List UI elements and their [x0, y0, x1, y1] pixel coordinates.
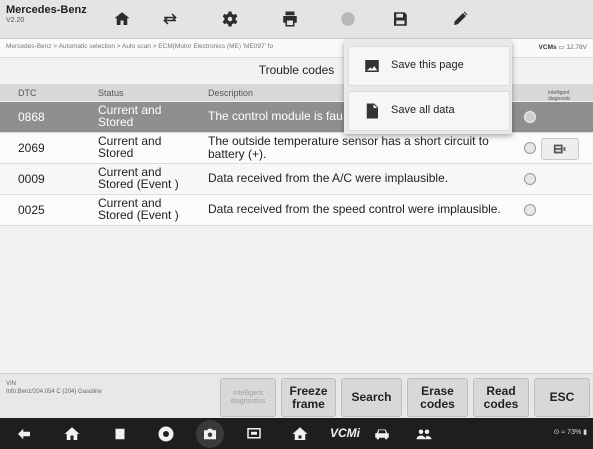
back-icon — [18, 428, 30, 440]
battery-icon: ▭ — [558, 44, 565, 51]
edit-icon — [454, 11, 468, 25]
status-indicator — [524, 173, 536, 185]
settings-button[interactable] — [208, 4, 252, 34]
vehicle-button[interactable] — [372, 424, 392, 444]
vehicle-swap-button[interactable] — [148, 4, 192, 34]
home-icon — [292, 427, 308, 440]
dtc-description: Data received from the speed control wer… — [208, 202, 501, 216]
header-status: Status — [98, 88, 124, 98]
header-description: Description — [208, 88, 254, 98]
car-icon — [375, 429, 389, 440]
save-this-page-label: Save this page — [391, 59, 464, 71]
browser-icon — [158, 426, 174, 442]
home-button[interactable] — [100, 4, 144, 34]
android-nav-bar: VCMi ⊙ ≈ 73% ▮ — [0, 418, 593, 449]
save-button[interactable] — [378, 4, 422, 34]
pdf-icon — [363, 102, 381, 120]
users-button[interactable] — [414, 424, 434, 444]
save-all-data-item[interactable]: Save all data — [348, 91, 510, 131]
dtc-code: 2069 — [18, 141, 45, 155]
freeze-frame-button[interactable]: Freeze frame — [281, 378, 336, 417]
dtc-status: Current and Stored — [98, 103, 162, 129]
header-dtc: DTC — [18, 88, 37, 98]
print-button[interactable] — [268, 4, 312, 34]
settings-icon — [222, 11, 238, 27]
vcm-label: VCMs — [538, 44, 557, 51]
table-row[interactable]: 2069 Current and Stored The outside temp… — [0, 133, 593, 164]
home-nav-button[interactable] — [62, 424, 82, 444]
dtc-code: 0009 — [18, 172, 45, 186]
vehicle-swap-icon — [163, 13, 177, 25]
status-indicator — [524, 111, 536, 123]
recent-apps-icon — [115, 428, 125, 440]
esc-button[interactable]: ESC — [534, 378, 590, 417]
screenshot-button[interactable] — [196, 420, 224, 448]
read-codes-button[interactable]: Read codes — [473, 378, 529, 417]
users-icon — [416, 429, 432, 440]
help-icon — [341, 12, 355, 26]
dtc-description: The outside temperature sensor has a sho… — [208, 134, 489, 161]
top-toolbar: Mercedes-Benz V2.20 — [0, 0, 593, 39]
dtc-code: 0868 — [18, 110, 45, 124]
header-intelligent: Intelligent diagnostic — [548, 90, 571, 102]
dtc-code: 0025 — [18, 203, 45, 217]
freeze-frame-icon — [553, 144, 567, 154]
breadcrumb-path: Mercedes-Benz > Automatic selection > Au… — [6, 43, 274, 50]
save-menu-popup: Save this page Save all data — [344, 40, 512, 134]
vin-label: VIN — [6, 381, 17, 387]
save-all-data-label: Save all data — [391, 104, 455, 116]
vehicle-info: VIN Info:Benz/204.054 C (204) Gasoline — [6, 380, 102, 396]
battery-percent: 73% — [567, 429, 582, 436]
print-icon — [283, 11, 297, 27]
vcm-button[interactable]: VCMi — [330, 426, 360, 440]
vehicle-info-text: Info:Benz/204.054 C (204) Gasoline — [6, 389, 102, 395]
table-row[interactable]: 0009 Current and Stored (Event ) Data re… — [0, 164, 593, 195]
display-button[interactable] — [244, 424, 264, 444]
status-indicator — [524, 204, 536, 216]
dtc-status: Current and Stored (Event ) — [98, 165, 179, 191]
app-screen: Mercedes-Benz V2.20 Mercedes-Benz > Auto… — [0, 0, 593, 449]
battery-icon: ▮ — [583, 429, 587, 436]
camera-icon — [204, 428, 216, 440]
display-icon — [247, 428, 261, 439]
home-icon — [64, 427, 80, 440]
table-row[interactable]: 0025 Current and Stored (Event ) Data re… — [0, 195, 593, 226]
system-status: ⊙ ≈ 73% ▮ — [554, 428, 587, 436]
dtc-description: Data received from the A/C were implausi… — [208, 171, 449, 185]
wifi-icon: ⊙ ≈ — [553, 429, 566, 436]
status-indicator — [524, 142, 536, 154]
brand-block: Mercedes-Benz V2.20 — [6, 4, 90, 24]
save-icon — [394, 12, 407, 26]
save-this-page-item[interactable]: Save this page — [348, 46, 510, 86]
erase-codes-button[interactable]: Erase codes — [407, 378, 468, 417]
intelligent-diagnostics-button[interactable]: Intelligent diagnostics — [220, 378, 276, 417]
dtc-status: Current and Stored (Event ) — [98, 196, 179, 222]
voltage-value: 12.78V — [566, 44, 587, 51]
back-button[interactable] — [14, 424, 34, 444]
app-title: Mercedes-Benz — [6, 4, 87, 16]
app-version: V2.20 — [6, 17, 25, 24]
image-icon — [363, 57, 381, 75]
home-icon — [114, 12, 130, 25]
voltage-indicator: VCMs ▭ 12.78V — [539, 43, 587, 51]
search-button[interactable]: Search — [341, 378, 402, 417]
table-empty-area — [0, 253, 593, 373]
edit-button[interactable] — [438, 4, 482, 34]
dtc-status: Current and Stored — [98, 134, 162, 160]
recent-apps-button[interactable] — [110, 424, 130, 444]
freeze-frame-row-button[interactable] — [541, 138, 579, 160]
chrome-button[interactable] — [156, 424, 176, 444]
home-app-button[interactable] — [290, 424, 310, 444]
action-bar: VIN Info:Benz/204.054 C (204) Gasoline I… — [0, 373, 593, 419]
help-button[interactable] — [326, 4, 370, 34]
